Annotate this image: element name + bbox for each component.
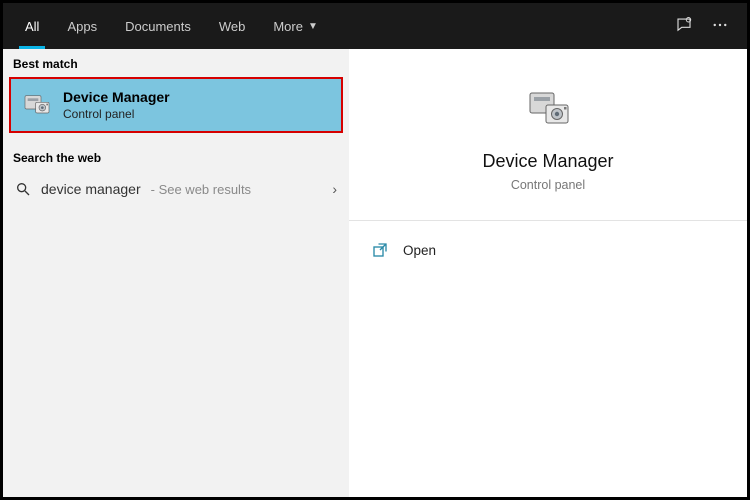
result-title: Device Manager <box>63 89 170 105</box>
tab-label: Web <box>219 19 246 34</box>
tab-label: All <box>25 19 39 34</box>
tab-label: Documents <box>125 19 191 34</box>
tab-all[interactable]: All <box>11 3 53 49</box>
web-hint: - See web results <box>151 182 251 197</box>
feedback-icon[interactable] <box>675 16 693 37</box>
preview-subtitle: Control panel <box>511 178 585 192</box>
chevron-down-icon: ▼ <box>308 21 318 32</box>
open-icon <box>371 241 389 259</box>
tab-apps[interactable]: Apps <box>53 3 111 49</box>
actions: Open <box>349 221 747 279</box>
topbar-right <box>675 16 739 37</box>
tab-more[interactable]: More ▼ <box>259 3 332 49</box>
device-manager-icon <box>21 89 53 121</box>
content: Best match Device Manager Control panel <box>3 49 747 497</box>
best-match-text: Device Manager Control panel <box>63 89 170 121</box>
ellipsis-icon[interactable] <box>711 16 729 37</box>
chevron-right-icon: › <box>332 181 337 197</box>
tab-label: Apps <box>67 19 97 34</box>
action-label: Open <box>403 243 436 258</box>
result-subtitle: Control panel <box>63 107 170 121</box>
preview-pane: Device Manager Control panel Open <box>349 49 747 497</box>
web-query: device manager <box>41 181 141 197</box>
tab-label: More <box>273 19 303 34</box>
tab-web[interactable]: Web <box>205 3 260 49</box>
search-window: All Apps Documents Web More ▼ Best match <box>0 0 750 500</box>
open-action[interactable]: Open <box>349 231 747 269</box>
tabs: All Apps Documents Web More ▼ <box>11 3 332 49</box>
search-web-label: Search the web <box>3 143 349 171</box>
device-manager-icon <box>524 85 572 133</box>
scope-tab-bar: All Apps Documents Web More ▼ <box>3 3 747 49</box>
preview-title: Device Manager <box>482 151 613 172</box>
preview-header: Device Manager Control panel <box>349 49 747 214</box>
search-icon <box>15 181 31 197</box>
best-match-label: Best match <box>3 49 349 77</box>
web-result[interactable]: device manager - See web results › <box>3 171 349 207</box>
results-pane: Best match Device Manager Control panel <box>3 49 349 497</box>
best-match-result[interactable]: Device Manager Control panel <box>9 77 343 133</box>
tab-documents[interactable]: Documents <box>111 3 205 49</box>
